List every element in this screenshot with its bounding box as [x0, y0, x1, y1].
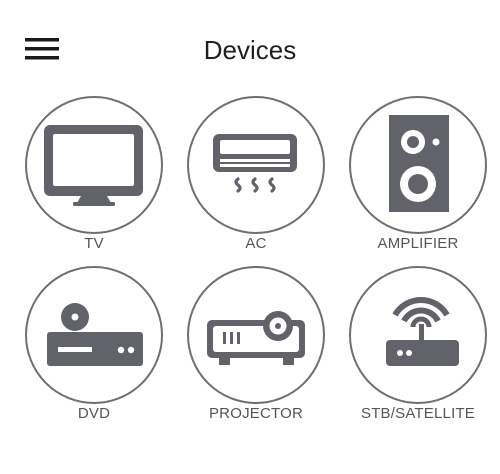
app-bar: Devices — [0, 0, 500, 96]
device-label: STB/SATELLITE — [360, 405, 476, 422]
device-tile-projector[interactable]: PROJECTOR — [181, 266, 331, 436]
projector-icon — [207, 311, 305, 365]
speaker-icon — [389, 115, 449, 212]
router-icon — [386, 296, 459, 366]
device-tile-dvd[interactable]: DVD — [19, 266, 169, 436]
device-tile-tv[interactable]: TV — [19, 96, 169, 266]
dvd-player-icon — [47, 303, 143, 366]
device-tile-stb-satellite[interactable]: STB/SATELLITE — [343, 266, 493, 436]
device-label: AMPLIFIER — [377, 235, 459, 252]
device-tile-amplifier[interactable]: AMPLIFIER — [343, 96, 493, 266]
page-title: Devices — [203, 35, 297, 65]
air-conditioner-icon — [213, 134, 297, 193]
tv-icon — [44, 125, 143, 206]
device-tile-ac[interactable]: AC — [181, 96, 331, 266]
